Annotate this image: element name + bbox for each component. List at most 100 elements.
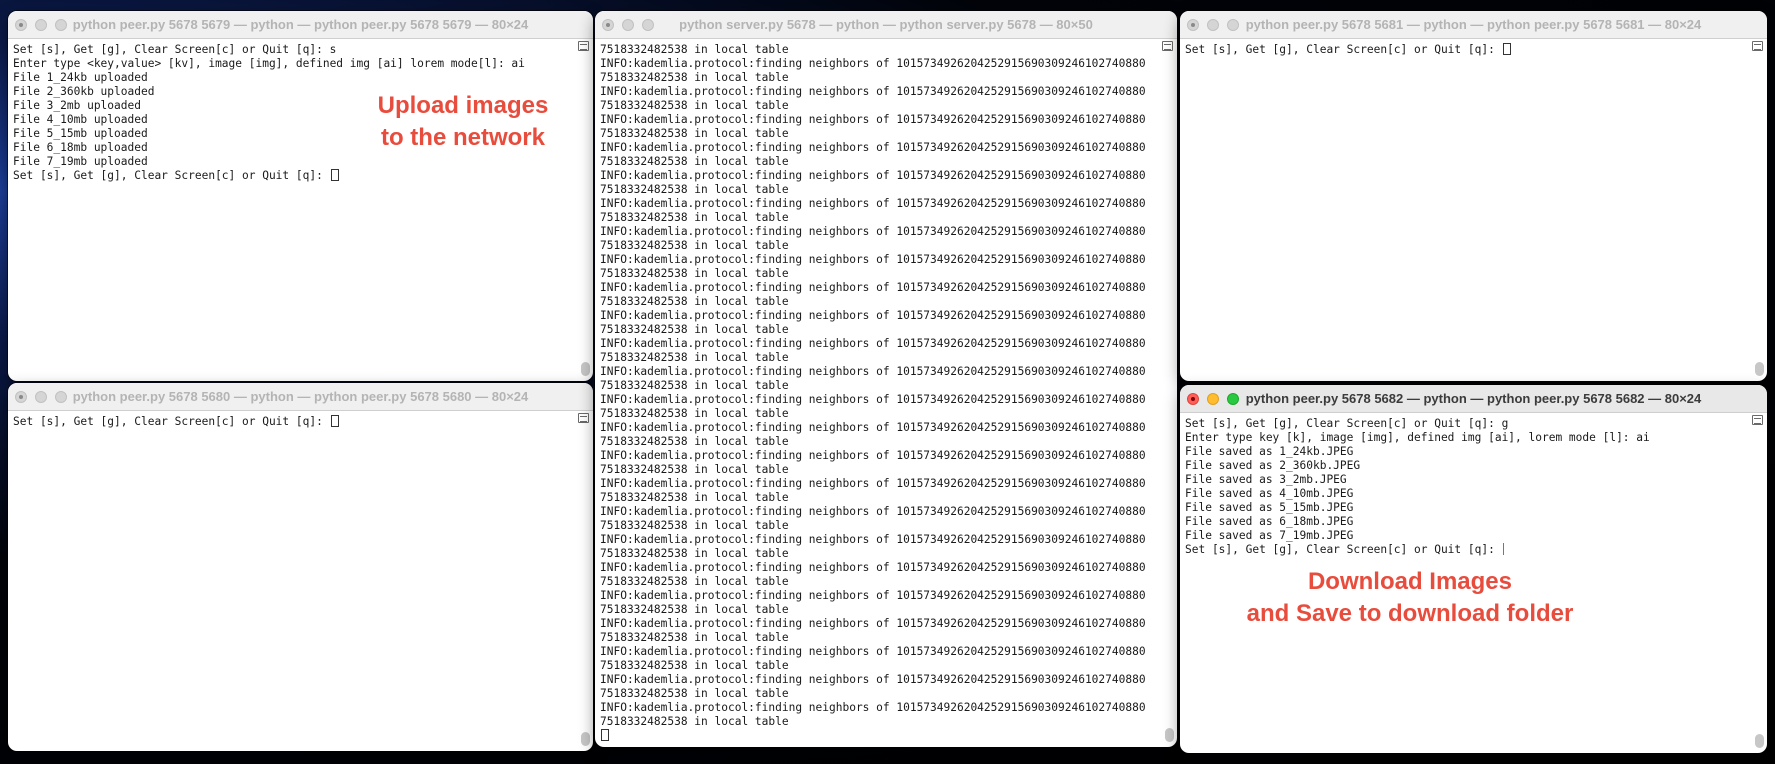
terminal-line: File saved as 1_24kb.JPEG bbox=[1185, 445, 1354, 458]
terminal-line: 7518332482538 in local table bbox=[600, 603, 789, 616]
terminal-line: INFO:kademlia.protocol:finding neighbors… bbox=[600, 281, 1146, 294]
terminal-line: 7518332482538 in local table bbox=[600, 631, 789, 644]
terminal-line: 7518332482538 in local table bbox=[600, 71, 789, 84]
terminal-output[interactable]: Set [s], Get [g], Clear Screen[c] or Qui… bbox=[8, 411, 575, 751]
terminal-line: 7518332482538 in local table bbox=[600, 491, 789, 504]
window-titlebar[interactable]: python peer.py 5678 5682 — python — pyth… bbox=[1180, 385, 1767, 413]
terminal-line: File 1_24kb uploaded bbox=[13, 71, 148, 84]
window-titlebar[interactable]: python peer.py 5678 5680 — python — pyth… bbox=[8, 383, 593, 411]
download-annotation: Download Images and Save to download fol… bbox=[1210, 566, 1610, 630]
terminal-line: 7518332482538 in local table bbox=[600, 211, 789, 224]
prompt-text: Set [s], Get [g], Clear Screen[c] or Qui… bbox=[1185, 43, 1502, 56]
window-title: python peer.py 5678 5679 — python — pyth… bbox=[72, 17, 529, 32]
annotation-line: and Save to download folder bbox=[1246, 600, 1574, 627]
terminal-line: 7518332482538 in local table bbox=[600, 435, 789, 448]
terminal-line: 7518332482538 in local table bbox=[600, 715, 789, 728]
scrollback-icon[interactable] bbox=[1752, 41, 1763, 51]
scrollback-icon[interactable] bbox=[1752, 415, 1763, 425]
terminal-line: INFO:kademlia.protocol:finding neighbors… bbox=[600, 589, 1146, 602]
terminal-line: 7518332482538 in local table bbox=[600, 659, 789, 672]
scrollbar-thumb[interactable] bbox=[581, 732, 590, 746]
terminal-line: INFO:kademlia.protocol:finding neighbors… bbox=[600, 449, 1146, 462]
window-titlebar[interactable]: python server.py 5678 — python — python … bbox=[595, 11, 1177, 39]
text-cursor bbox=[1502, 43, 1511, 55]
terminal-output[interactable]: Set [s], Get [g], Clear Screen[c] or Qui… bbox=[1180, 39, 1749, 381]
terminal-line: Enter type <key,value> [kv], image [img]… bbox=[13, 57, 525, 70]
annotation-line: Upload images bbox=[377, 92, 549, 119]
terminal-line: INFO:kademlia.protocol:finding neighbors… bbox=[600, 337, 1146, 350]
window-titlebar[interactable]: python peer.py 5678 5681 — python — pyth… bbox=[1180, 11, 1767, 39]
terminal-prompt[interactable]: Set [s], Get [g], Clear Screen[c] or Qui… bbox=[13, 415, 571, 429]
scrollbar[interactable] bbox=[1755, 429, 1764, 748]
terminal-line: 7518332482538 in local table bbox=[600, 295, 789, 308]
terminal-line: 7518332482538 in local table bbox=[600, 351, 789, 364]
window-titlebar[interactable]: python peer.py 5678 5679 — python — pyth… bbox=[8, 11, 593, 39]
terminal-line: INFO:kademlia.protocol:finding neighbors… bbox=[600, 225, 1146, 238]
terminal-line: 7518332482538 in local table bbox=[600, 379, 789, 392]
scrollback-icon[interactable] bbox=[578, 41, 589, 51]
terminal-line: 7518332482538 in local table bbox=[600, 547, 789, 560]
terminal-line: INFO:kademlia.protocol:finding neighbors… bbox=[600, 645, 1146, 658]
terminal-line: INFO:kademlia.protocol:finding neighbors… bbox=[600, 533, 1146, 546]
terminal-line: 7518332482538 in local table bbox=[600, 99, 789, 112]
window-title: python peer.py 5678 5682 — python — pyth… bbox=[1245, 391, 1702, 406]
terminal-line: File saved as 2_360kb.JPEG bbox=[1185, 459, 1361, 472]
terminal-line: INFO:kademlia.protocol:finding neighbors… bbox=[600, 393, 1146, 406]
scrollback-icon[interactable] bbox=[578, 413, 589, 423]
terminal-line: INFO:kademlia.protocol:finding neighbors… bbox=[600, 169, 1146, 182]
terminal-window-server[interactable]: python server.py 5678 — python — python … bbox=[595, 11, 1177, 747]
prompt-text: Set [s], Get [g], Clear Screen[c] or Qui… bbox=[13, 415, 330, 428]
scrollbar[interactable] bbox=[1165, 55, 1174, 742]
terminal-line: File saved as 3_2mb.JPEG bbox=[1185, 473, 1347, 486]
prompt-text: Set [s], Get [g], Clear Screen[c] or Qui… bbox=[13, 169, 330, 182]
scrollbar-thumb[interactable] bbox=[581, 362, 590, 376]
scrollbar[interactable] bbox=[581, 55, 590, 376]
terminal-line: INFO:kademlia.protocol:finding neighbors… bbox=[600, 561, 1146, 574]
upload-annotation: Upload images to the network bbox=[353, 90, 573, 154]
terminal-line: 7518332482538 in local table bbox=[600, 155, 789, 168]
terminal-line: Enter type key [k], image [img], defined… bbox=[1185, 431, 1650, 444]
terminal-prompt[interactable]: Set [s], Get [g], Clear Screen[c] or Qui… bbox=[1185, 43, 1745, 57]
terminal-line: File saved as 6_18mb.JPEG bbox=[1185, 515, 1354, 528]
window-title: python server.py 5678 — python — python … bbox=[679, 17, 1093, 32]
terminal-window-peer-5682[interactable]: python peer.py 5678 5682 — python — pyth… bbox=[1180, 385, 1767, 753]
scrollbar[interactable] bbox=[1755, 55, 1764, 376]
terminal-line: Set [s], Get [g], Clear Screen[c] or Qui… bbox=[1185, 417, 1509, 430]
terminal-line: INFO:kademlia.protocol:finding neighbors… bbox=[600, 701, 1146, 714]
prompt-text: Set [s], Get [g], Clear Screen[c] or Qui… bbox=[1185, 543, 1502, 556]
terminal-line: INFO:kademlia.protocol:finding neighbors… bbox=[600, 253, 1146, 266]
terminal-line: 7518332482538 in local table bbox=[600, 407, 789, 420]
scrollbar-thumb[interactable] bbox=[1165, 728, 1174, 742]
text-cursor bbox=[1502, 543, 1504, 555]
window-title: python peer.py 5678 5680 — python — pyth… bbox=[72, 389, 529, 404]
terminal-window-peer-5680[interactable]: python peer.py 5678 5680 — python — pyth… bbox=[8, 383, 593, 751]
terminal-prompt[interactable]: Set [s], Get [g], Clear Screen[c] or Qui… bbox=[13, 169, 571, 183]
terminal-window-peer-5679[interactable]: python peer.py 5678 5679 — python — pyth… bbox=[8, 11, 593, 381]
window-title: python peer.py 5678 5681 — python — pyth… bbox=[1245, 17, 1702, 32]
scrollback-icon[interactable] bbox=[1162, 41, 1173, 51]
terminal-line: 7518332482538 in local table bbox=[600, 239, 789, 252]
terminal-line: INFO:kademlia.protocol:finding neighbors… bbox=[600, 309, 1146, 322]
scrollbar[interactable] bbox=[581, 427, 590, 746]
terminal-line: INFO:kademlia.protocol:finding neighbors… bbox=[600, 141, 1146, 154]
annotation-line: Download Images bbox=[1307, 568, 1513, 595]
terminal-prompt[interactable]: Set [s], Get [g], Clear Screen[c] or Qui… bbox=[1185, 543, 1745, 557]
terminal-output[interactable]: 7518332482538 in local table INFO:kademl… bbox=[595, 39, 1159, 747]
terminal-line: INFO:kademlia.protocol:finding neighbors… bbox=[600, 197, 1146, 210]
terminal-line: INFO:kademlia.protocol:finding neighbors… bbox=[600, 57, 1146, 70]
terminal-line: 7518332482538 in local table bbox=[600, 463, 789, 476]
scrollbar-thumb[interactable] bbox=[1755, 362, 1764, 376]
text-cursor bbox=[601, 729, 609, 741]
terminal-line: 7518332482538 in local table bbox=[600, 575, 789, 588]
terminal-window-peer-5681[interactable]: python peer.py 5678 5681 — python — pyth… bbox=[1180, 11, 1767, 381]
terminal-line: Set [s], Get [g], Clear Screen[c] or Qui… bbox=[13, 43, 337, 56]
terminal-line: INFO:kademlia.protocol:finding neighbors… bbox=[600, 505, 1146, 518]
terminal-line: INFO:kademlia.protocol:finding neighbors… bbox=[600, 365, 1146, 378]
terminal-line: File saved as 7_19mb.JPEG bbox=[1185, 529, 1354, 542]
terminal-line: File saved as 5_15mb.JPEG bbox=[1185, 501, 1354, 514]
terminal-prompt[interactable] bbox=[600, 729, 1155, 743]
scrollbar-thumb[interactable] bbox=[1755, 734, 1764, 748]
terminal-line: 7518332482538 in local table bbox=[600, 43, 789, 56]
text-cursor bbox=[330, 415, 339, 427]
terminal-line: 7518332482538 in local table bbox=[600, 183, 789, 196]
